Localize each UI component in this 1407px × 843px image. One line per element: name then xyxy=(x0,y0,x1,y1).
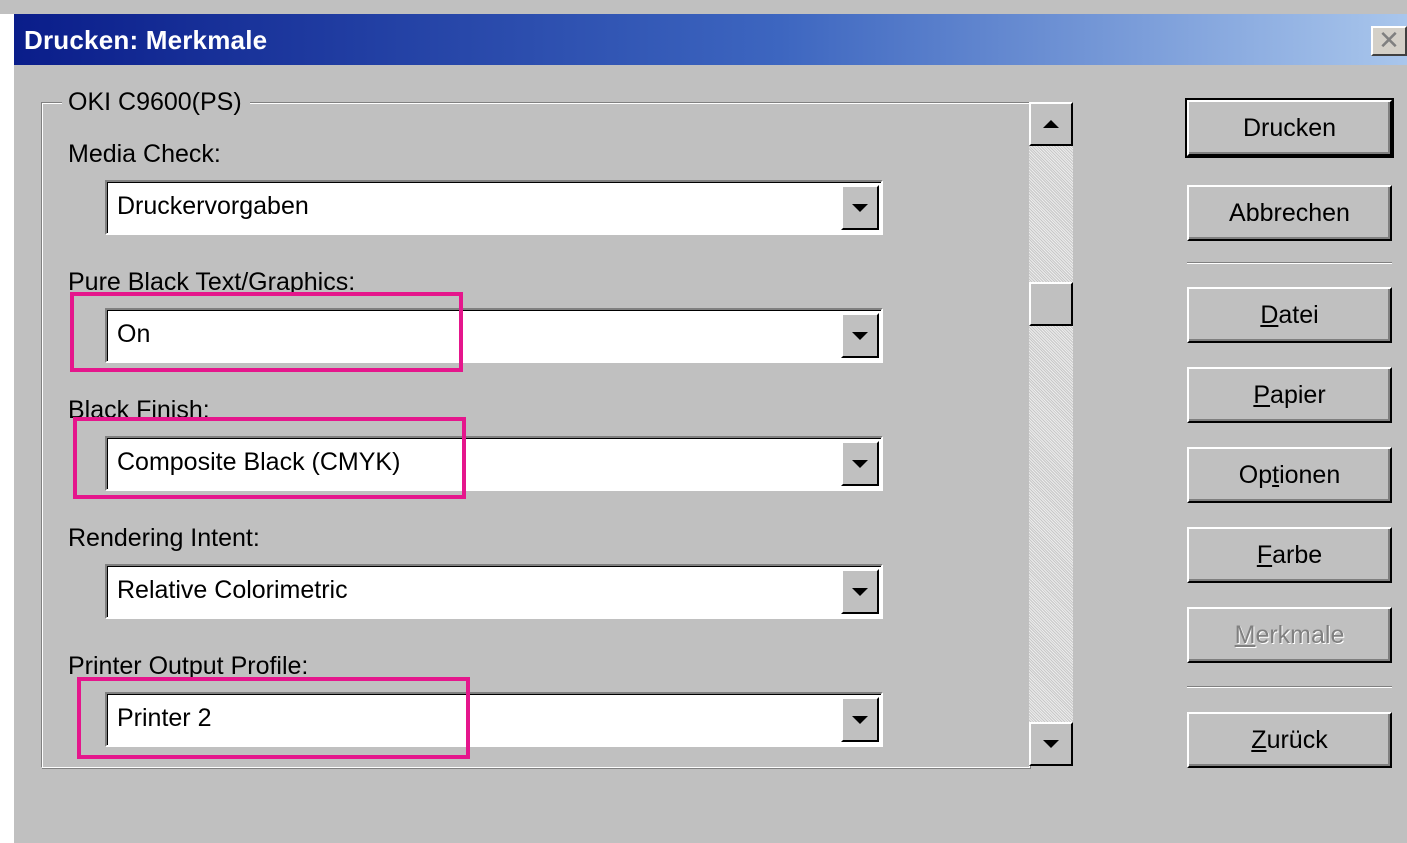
print-button-label: Drucken xyxy=(1242,114,1337,142)
paper-button-label: apier xyxy=(1270,381,1326,409)
background-strip xyxy=(0,14,14,843)
media-check-select[interactable]: Druckervorgaben xyxy=(105,180,883,235)
cancel-button[interactable]: Abbrechen xyxy=(1187,185,1392,241)
chevron-down-icon xyxy=(852,459,868,468)
highlight-output-profile xyxy=(77,677,470,759)
rendering-intent-select[interactable]: Relative Colorimetric xyxy=(105,564,883,619)
printer-output-profile-dropdown-button[interactable] xyxy=(841,697,879,742)
arrow-down-icon xyxy=(1043,740,1059,748)
rendering-intent-value: Relative Colorimetric xyxy=(117,576,348,604)
button-separator xyxy=(1187,262,1392,264)
chevron-down-icon xyxy=(852,587,868,596)
chevron-down-icon xyxy=(852,203,868,212)
back-button-label: urück xyxy=(1266,726,1328,754)
chevron-down-icon xyxy=(852,715,868,724)
highlight-black-finish xyxy=(73,417,466,499)
print-button[interactable]: Drucken xyxy=(1185,98,1394,158)
scrollbar-thumb[interactable] xyxy=(1029,282,1073,326)
file-button-label: atei xyxy=(1278,301,1319,329)
highlight-pure-black xyxy=(70,292,463,372)
button-separator xyxy=(1187,686,1392,688)
media-check-value: Druckervorgaben xyxy=(117,192,309,220)
title-bar: Drucken: Merkmale ✕ xyxy=(14,14,1407,65)
window-title: Drucken: Merkmale xyxy=(24,25,268,55)
media-check-dropdown-button[interactable] xyxy=(841,185,879,230)
close-button[interactable]: ✕ xyxy=(1371,26,1407,56)
group-label: OKI C9600(PS) xyxy=(62,88,250,117)
paper-button-mnemonic: P xyxy=(1253,381,1271,409)
arrow-up-icon xyxy=(1043,120,1059,128)
file-button-mnemonic: D xyxy=(1260,301,1279,329)
back-button-mnemonic: Z xyxy=(1251,726,1267,754)
features-button-label: erkmale xyxy=(1255,621,1345,649)
color-button-mnemonic: F xyxy=(1256,541,1273,569)
color-button[interactable]: Farbe xyxy=(1187,527,1392,583)
file-button[interactable]: Datei xyxy=(1187,287,1392,343)
cancel-button-label: Abbrechen xyxy=(1229,199,1350,227)
media-check-label: Media Check: xyxy=(68,140,221,168)
pure-black-dropdown-button[interactable] xyxy=(841,313,879,358)
close-icon: ✕ xyxy=(1378,25,1400,55)
scrollbar-track[interactable] xyxy=(1029,102,1073,766)
features-button: Merkmale xyxy=(1187,607,1392,663)
chevron-down-icon xyxy=(852,331,868,340)
scroll-up-button[interactable] xyxy=(1029,102,1073,146)
back-button[interactable]: Zurück xyxy=(1187,712,1392,768)
paper-button[interactable]: Papier xyxy=(1187,367,1392,423)
rendering-intent-label: Rendering Intent: xyxy=(68,524,260,552)
options-button-prefix: Op xyxy=(1238,461,1273,489)
options-button-label: ionen xyxy=(1279,461,1341,489)
features-button-mnemonic: M xyxy=(1234,621,1256,649)
black-finish-dropdown-button[interactable] xyxy=(841,441,879,486)
scroll-down-button[interactable] xyxy=(1029,722,1073,766)
rendering-intent-dropdown-button[interactable] xyxy=(841,569,879,614)
vertical-scrollbar[interactable] xyxy=(1027,102,1073,766)
color-button-label: arbe xyxy=(1272,541,1323,569)
options-button[interactable]: Optionen xyxy=(1187,447,1392,503)
